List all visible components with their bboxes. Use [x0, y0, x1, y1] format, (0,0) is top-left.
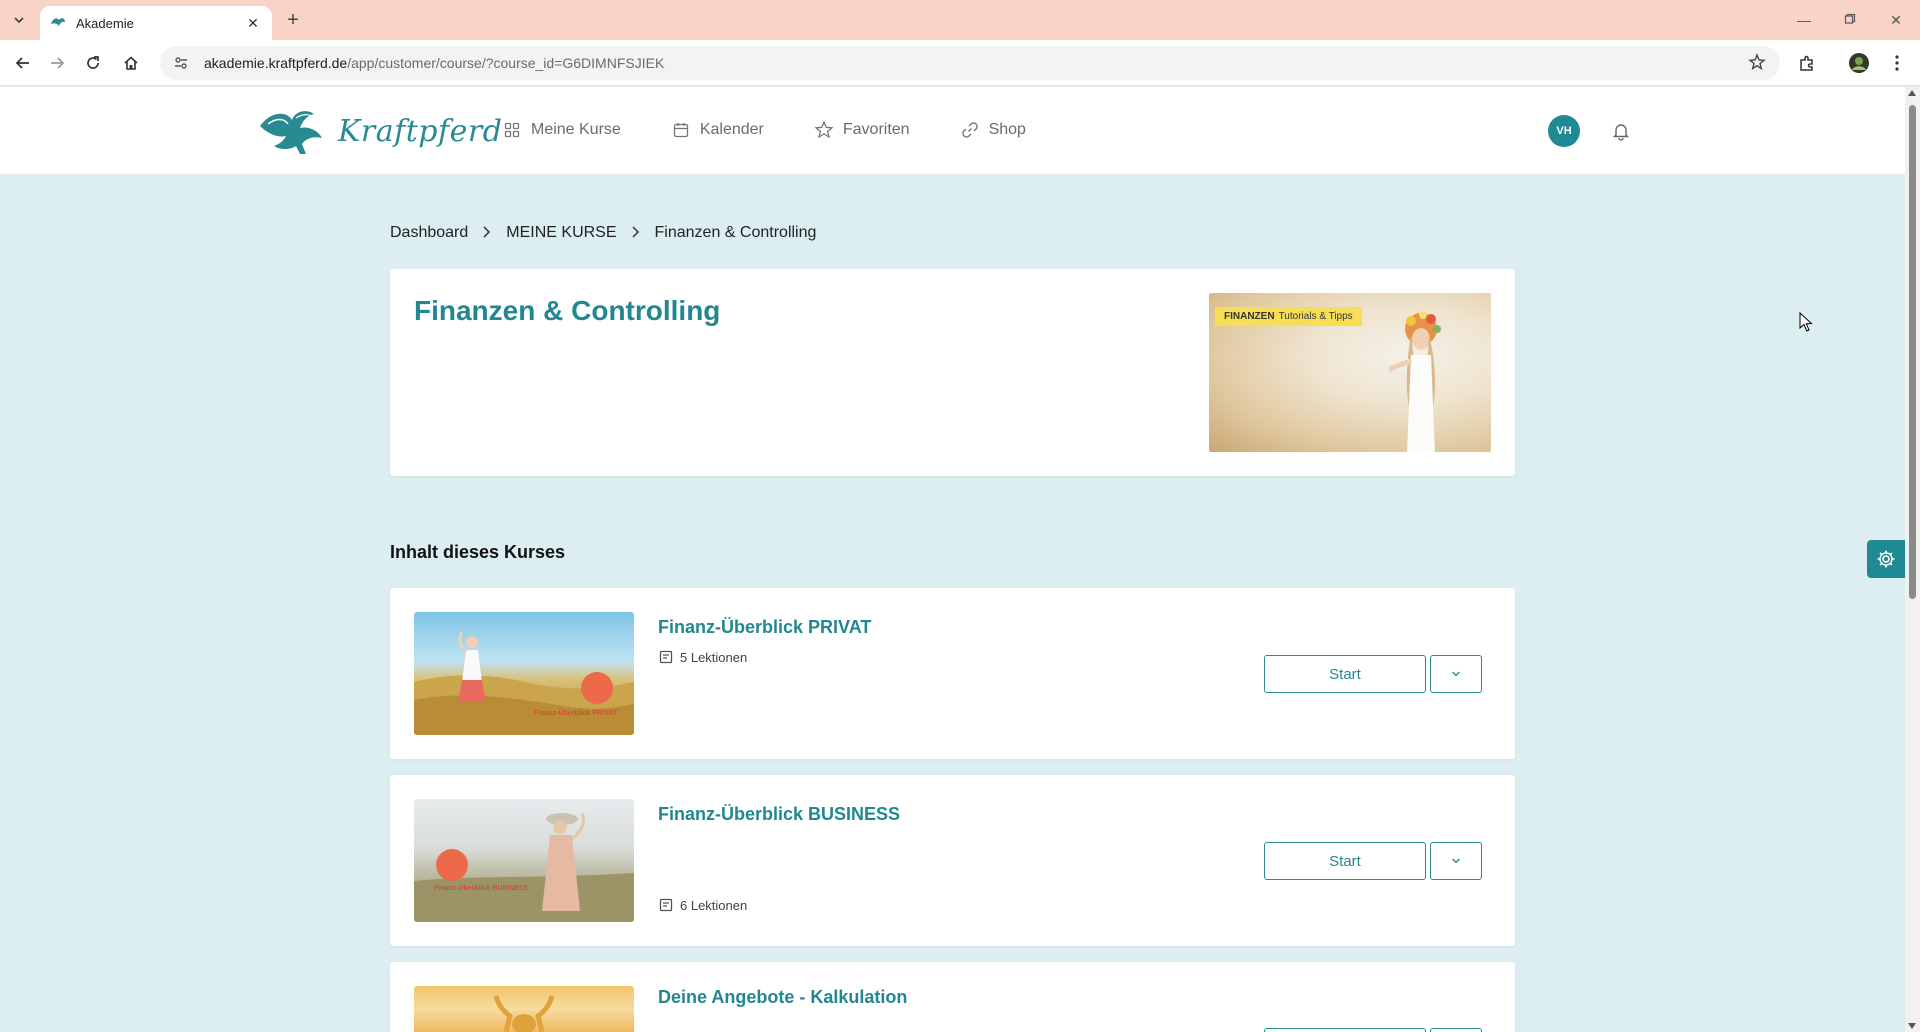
lesson-dropdown-button-edge[interactable] [1430, 1028, 1482, 1032]
course-image-badge: FINANZEN Tutorials & Tipps [1215, 307, 1362, 326]
person-arms-raised-figure [493, 995, 555, 1032]
breadcrumb: Dashboard MEINE KURSE Finanzen & Control… [390, 224, 816, 242]
badge-bold-text: FINANZEN [1224, 311, 1275, 322]
home-icon[interactable] [118, 50, 144, 76]
bookmark-star-icon[interactable] [1748, 53, 1766, 74]
book-icon [658, 897, 674, 913]
course-cover-image: FINANZEN Tutorials & Tipps [1209, 293, 1491, 452]
notification-bell-icon[interactable] [1608, 118, 1634, 144]
woman-with-flower-crown-figure [1389, 311, 1441, 452]
chevron-right-icon [631, 225, 641, 241]
breadcrumb-meine-kurse[interactable]: MEINE KURSE [506, 224, 616, 242]
start-button[interactable]: Start [1264, 655, 1426, 693]
site-header: Kraftpferd Meine Kurse Kalender Favorite… [0, 87, 1905, 175]
site-info-icon[interactable] [172, 54, 190, 72]
chevron-down-icon [1452, 671, 1460, 677]
start-button-edge[interactable] [1264, 1028, 1426, 1032]
extensions-puzzle-icon[interactable] [1794, 50, 1820, 76]
start-button[interactable]: Start [1264, 842, 1426, 880]
course-title: Finanzen & Controlling [414, 295, 721, 326]
kraftpferd-favicon-icon [50, 15, 66, 31]
user-avatar[interactable]: VH [1548, 115, 1580, 147]
nav-shop-label: Shop [988, 121, 1026, 138]
kraftpferd-logo[interactable]: Kraftpferd [256, 105, 502, 157]
chevron-right-icon [482, 225, 492, 241]
lesson-count: 6 Lektionen [680, 897, 748, 913]
window-restore-icon[interactable] [1830, 8, 1870, 32]
reload-icon[interactable] [80, 50, 106, 76]
tab-title: Akademie [76, 15, 134, 31]
browser-tab-akademie[interactable]: Akademie ✕ [40, 6, 272, 40]
grid-icon [502, 120, 522, 140]
lesson-meta: 6 Lektionen [658, 897, 747, 913]
course-header-card: Finanzen & Controlling FINANZEN Tutorials… [390, 269, 1515, 476]
nav-meine-kurse-label: Meine Kurse [531, 121, 621, 138]
forward-arrow-icon[interactable] [44, 50, 70, 76]
finanz-seal-icon [581, 672, 613, 704]
nav-kalender[interactable]: Kalender [671, 120, 764, 140]
back-arrow-icon[interactable] [10, 50, 36, 76]
lesson-dropdown-button[interactable] [1430, 655, 1482, 693]
page-scrollbar[interactable] [1905, 87, 1920, 1032]
book-icon [658, 649, 674, 665]
floating-settings-gear-icon[interactable] [1867, 540, 1905, 578]
scroll-down-arrow-icon[interactable] [1908, 1023, 1916, 1029]
window-close-icon[interactable]: ✕ [1876, 8, 1916, 32]
tab-list-chevron-icon[interactable] [6, 8, 32, 32]
lesson-title[interactable]: Finanz-Überblick BUSINESS [658, 804, 900, 825]
lesson-thumbnail[interactable]: Finanz-Überblick PRIVAT [414, 612, 634, 735]
calendar-icon [671, 120, 691, 140]
lesson-dropdown-button[interactable] [1430, 842, 1482, 880]
address-bar[interactable]: akademie.kraftpferd.de/app/customer/cour… [160, 46, 1780, 80]
mouse-cursor-icon [1799, 312, 1813, 332]
breadcrumb-dashboard[interactable]: Dashboard [390, 224, 468, 242]
nav-kalender-label: Kalender [699, 121, 764, 138]
main-nav: Meine Kurse Kalender Favoriten Shop [502, 120, 1026, 140]
lesson-card: Finanz-Überblick BUSINESS Finanz-Überbli… [390, 775, 1515, 946]
new-tab-plus-icon[interactable]: + [282, 10, 304, 32]
nav-favoriten[interactable]: Favoriten [814, 120, 910, 140]
breadcrumb-current: Finanzen & Controlling [654, 224, 817, 241]
thumb-caption: Finanz-Überblick PRIVAT [534, 710, 617, 717]
tab-close-icon[interactable]: ✕ [244, 15, 262, 32]
nav-shop[interactable]: Shop [960, 120, 1026, 140]
url-host: akademie.kraftpferd.de [204, 55, 348, 71]
nav-meine-kurse[interactable]: Meine Kurse [502, 120, 621, 140]
chevron-down-icon [1452, 858, 1460, 864]
logo-text: Kraftpferd [338, 113, 503, 149]
lesson-title[interactable]: Finanz-Überblick PRIVAT [658, 617, 871, 638]
lesson-card: Deine Angebote - Kalkulation [390, 962, 1515, 1032]
star-icon [814, 120, 834, 140]
course-content-heading: Inhalt dieses Kurses [390, 542, 566, 562]
browser-tab-bar: Akademie ✕ + — ✕ [0, 0, 1920, 40]
finanz-seal-icon [436, 849, 468, 881]
window-minimize-icon[interactable]: — [1784, 8, 1824, 32]
lesson-count: 5 Lektionen [680, 649, 748, 665]
lesson-card: Finanz-Überblick PRIVAT Finanz-Überblick… [390, 588, 1515, 759]
lesson-meta: 5 Lektionen [658, 649, 747, 665]
nav-favoriten-label: Favoriten [842, 121, 910, 138]
browser-toolbar: akademie.kraftpferd.de/app/customer/cour… [0, 40, 1920, 86]
scrollbar-thumb[interactable] [1909, 105, 1916, 599]
pegasus-logo-icon [260, 111, 322, 154]
scroll-up-arrow-icon[interactable] [1908, 90, 1916, 96]
lesson-thumbnail[interactable]: Finanz-Überblick BUSINESS [414, 799, 634, 922]
url-path: /app/customer/course/?course_id=G6DIMNFS… [347, 55, 665, 71]
profile-avatar-icon[interactable] [1846, 50, 1872, 76]
lesson-title[interactable]: Deine Angebote - Kalkulation [658, 987, 907, 1008]
browser-menu-kebab-icon[interactable] [1884, 50, 1910, 76]
lesson-thumbnail[interactable] [414, 986, 634, 1032]
thumb-caption: Finanz-Überblick BUSINESS [434, 885, 529, 892]
badge-text: Tutorials & Tipps [1278, 311, 1353, 322]
link-icon [960, 120, 980, 140]
